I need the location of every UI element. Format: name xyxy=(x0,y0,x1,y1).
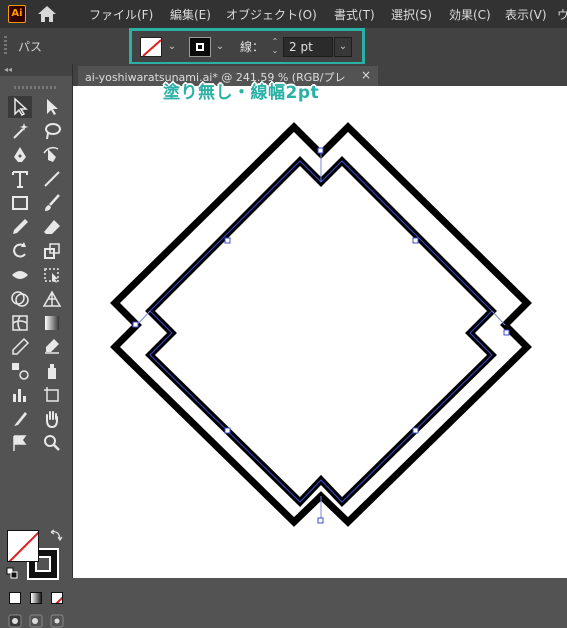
gradient-mode-icon[interactable] xyxy=(30,592,42,604)
color-mode-icon[interactable] xyxy=(9,592,21,604)
collapse-icon[interactable]: ◂◂ xyxy=(0,64,72,76)
menu-bar: Ai ファイル(F) 編集(E) オブジェクト(O) 書式(T) 選択(S) 効… xyxy=(0,0,567,28)
tools-panel: ◂◂ xyxy=(0,64,73,628)
lasso-tool-icon[interactable] xyxy=(40,120,64,142)
free-transform-tool-icon[interactable] xyxy=(40,264,64,286)
close-icon[interactable]: × xyxy=(361,68,371,82)
illustrator-logo: Ai xyxy=(8,5,26,23)
menu-object[interactable]: オブジェクト(O) xyxy=(226,6,317,23)
direct-selection-tool-icon[interactable] xyxy=(40,96,64,118)
paintbrush-tool-icon[interactable] xyxy=(40,192,64,214)
rotate-tool-icon[interactable] xyxy=(8,240,32,262)
mesh-tool-icon[interactable] xyxy=(8,312,32,334)
canvas[interactable] xyxy=(73,86,567,578)
fill-swatch[interactable] xyxy=(7,530,39,562)
none-mode-icon[interactable] xyxy=(51,592,63,604)
menu-window[interactable]: ウ xyxy=(557,6,567,23)
annotation-caption: 塗り無し・線幅2pt xyxy=(163,83,320,103)
home-icon[interactable] xyxy=(37,5,57,23)
menu-type[interactable]: 書式(T) xyxy=(334,6,375,23)
panel-grip[interactable] xyxy=(14,86,58,89)
measure-tool-icon[interactable] xyxy=(40,336,64,358)
panel-grip[interactable] xyxy=(4,36,7,56)
perspective-grid-tool-icon[interactable] xyxy=(40,288,64,310)
anchor-points[interactable] xyxy=(132,147,510,524)
rectangle-tool-icon[interactable] xyxy=(8,192,32,214)
width-tool-icon[interactable] xyxy=(8,264,32,286)
chevron-down-icon[interactable]: ⌄ xyxy=(334,37,352,57)
selection-tool-icon[interactable] xyxy=(8,96,32,118)
selected-path-outline xyxy=(136,148,506,522)
zoom-tool-icon[interactable] xyxy=(40,432,64,454)
draw-inside-icon[interactable] xyxy=(50,614,64,628)
hand-tool-icon[interactable] xyxy=(40,408,64,430)
magic-wand-tool-icon[interactable] xyxy=(8,120,32,142)
stroke-label[interactable]: 線： xyxy=(240,38,264,55)
outer-diamond-shape[interactable] xyxy=(110,122,532,527)
menu-view[interactable]: 表示(V) xyxy=(505,6,547,23)
stroke-width-field[interactable]: 2 pt xyxy=(283,37,333,57)
blend-tool-icon[interactable] xyxy=(8,360,32,382)
eraser-tool-icon[interactable] xyxy=(40,216,64,238)
menu-select[interactable]: 選択(S) xyxy=(391,6,432,23)
curvature-tool-icon[interactable] xyxy=(40,144,64,166)
column-graph-tool-icon[interactable] xyxy=(8,384,32,406)
default-colors-icon[interactable] xyxy=(6,567,18,579)
draw-normal-icon[interactable] xyxy=(8,614,22,628)
gradient-tool-icon[interactable] xyxy=(40,312,64,334)
print-tiling-tool-icon[interactable] xyxy=(8,432,32,454)
type-tool-icon[interactable] xyxy=(8,168,32,190)
artboard-tool-icon[interactable] xyxy=(40,384,64,406)
symbol-sprayer-tool-icon[interactable] xyxy=(40,360,64,382)
menu-edit[interactable]: 編集(E) xyxy=(170,6,211,23)
shape-builder-tool-icon[interactable] xyxy=(8,288,32,310)
scale-tool-icon[interactable] xyxy=(40,240,64,262)
menu-file[interactable]: ファイル(F) xyxy=(89,6,153,23)
pencil-tool-icon[interactable] xyxy=(8,216,32,238)
eyedropper-tool-icon[interactable] xyxy=(8,336,32,358)
menu-effect[interactable]: 効果(C) xyxy=(449,6,491,23)
draw-behind-icon[interactable] xyxy=(29,614,43,628)
swap-icon[interactable] xyxy=(49,528,63,542)
line-segment-tool-icon[interactable] xyxy=(40,168,64,190)
chevron-down-icon[interactable]: ⌄ xyxy=(214,37,226,57)
stroke-swatch-icon[interactable] xyxy=(189,37,211,57)
no-fill-swatch-icon[interactable] xyxy=(140,37,162,57)
chevron-down-icon[interactable]: ⌄ xyxy=(166,37,178,57)
stroke-spinner[interactable]: ⌃ ⌄ xyxy=(269,37,281,57)
selection-type-label: パス xyxy=(18,40,43,54)
slice-tool-icon[interactable] xyxy=(8,408,32,430)
pen-tool-icon[interactable] xyxy=(8,144,32,166)
artwork[interactable] xyxy=(73,86,567,578)
